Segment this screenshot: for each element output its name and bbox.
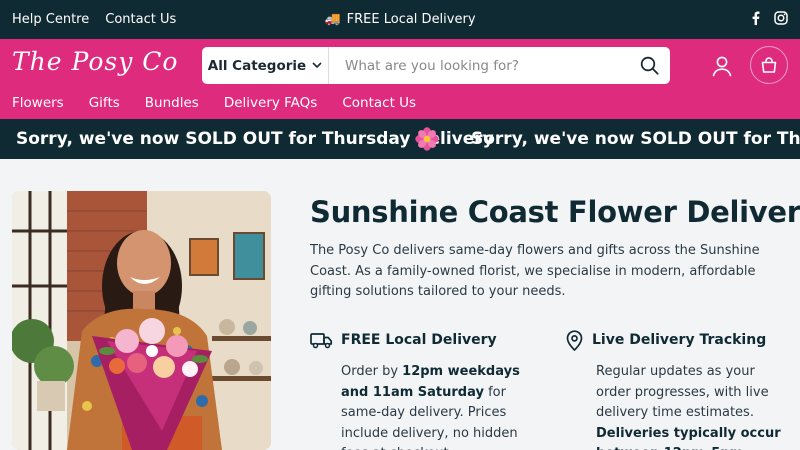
search-input[interactable] [329,47,628,84]
nav-item-delivery-faqs[interactable]: Delivery FAQs [224,95,318,111]
promo-text: FREE Local Delivery [346,12,476,27]
nav-item-contact-us[interactable]: Contact Us [342,95,416,111]
search-icon [640,56,659,75]
site-header: The Posy Co All Categorie Flowers Gifts … [0,39,800,119]
category-label: All Categorie [207,57,307,74]
page-title: Sunshine Coast Flower Delivery [310,195,800,229]
chevron-down-icon [312,62,322,69]
feature-title: Live Delivery Tracking [592,332,767,348]
cart-button[interactable] [750,46,788,84]
feature-title: FREE Local Delivery [341,332,497,348]
ticker-message-repeat: Sorry, we've now SOLD OUT for Thursday d… [471,129,800,149]
feature-free-delivery: FREE Local Delivery Order by 12pm weekda… [310,328,530,450]
site-logo[interactable]: The Posy Co [12,47,178,76]
shopping-bag-icon [761,57,777,73]
help-centre-link[interactable]: Help Centre [12,12,89,27]
florist-photo [12,191,271,450]
instagram-icon[interactable] [774,10,788,29]
intro-paragraph: The Posy Co delivers same-day flowers an… [310,243,760,299]
feature-body-text: Order by [341,364,403,379]
category-select[interactable]: All Categorie [202,47,329,84]
nav-item-gifts[interactable]: Gifts [89,95,120,111]
feature-live-tracking: Live Delivery Tracking Regular updates a… [565,328,785,450]
search-bar: All Categorie [202,47,670,84]
feature-body: Order by 12pm weekdays and 11am Saturday… [310,362,530,450]
user-icon [712,56,732,77]
main-nav: Flowers Gifts Bundles Delivery FAQs Cont… [12,95,416,111]
feature-body: Regular updates as your order progresses… [565,362,785,450]
search-button[interactable] [628,47,670,84]
account-button[interactable] [711,55,733,77]
announcement-ticker: Sorry, we've now SOLD OUT for Thursday d… [0,119,800,159]
feature-body-highlight: Deliveries typically occur between 12pm–… [596,425,781,450]
truck-emoji-icon: 🚚 [324,12,341,27]
flower-icon [414,119,440,159]
nav-item-bundles[interactable]: Bundles [145,95,199,111]
main-content: Sunshine Coast Flower Delivery The Posy … [310,190,800,450]
map-pin-icon [566,329,583,351]
facebook-icon[interactable] [751,11,760,29]
feature-body-text: Regular updates as your order progresses… [596,364,769,420]
truck-icon [310,332,333,348]
nav-item-flowers[interactable]: Flowers [12,95,64,111]
contact-us-link[interactable]: Contact Us [105,12,176,27]
top-bar: Help Centre Contact Us 🚚 FREE Local Deli… [0,0,800,39]
